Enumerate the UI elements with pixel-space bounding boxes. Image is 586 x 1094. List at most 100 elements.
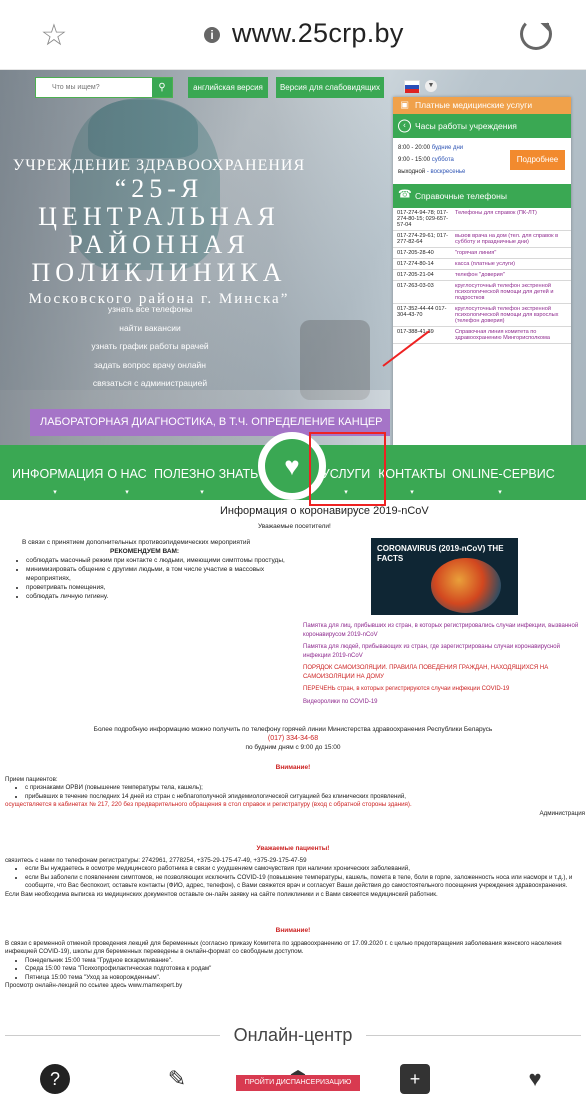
- covid-link[interactable]: Памятка для людей, прибывающих из стран,…: [303, 643, 583, 660]
- hours-time: 9:00 - 15:00: [398, 157, 431, 163]
- menu-online-service[interactable]: ONLINE-СЕРВИС: [452, 445, 555, 500]
- coronavirus-facts-image[interactable]: CORONAVIRUS (2019-nCoV) THE FACTS: [371, 538, 518, 615]
- hotline-text: Более подробную информацию можно получит…: [93, 726, 493, 733]
- phones-list: 017-274-94-78; 017-274-80-15; 029-657-57…: [393, 208, 571, 344]
- hours-time: выходной: [398, 169, 426, 175]
- quick-link-phones[interactable]: узнать все телефоны: [70, 300, 230, 319]
- recs-intro: В связи с принятием дополнительных проти…: [22, 539, 251, 546]
- covid-link[interactable]: Видеоролики по COVID-19: [303, 698, 583, 707]
- lectures-link[interactable]: Просмотр онлайн-лекций по ссылке здесь w…: [5, 982, 585, 990]
- covid-greeting: Уважаемые посетители!: [258, 523, 331, 530]
- site-info-icon[interactable]: i: [204, 27, 220, 43]
- clock-icon: ‹: [398, 119, 411, 133]
- title-line-4: ПОЛИКЛИНИКА: [31, 258, 287, 287]
- phone-number[interactable]: 017-274-29-61; 017-277-82-64: [397, 233, 455, 245]
- title-line-2: “25-Я ЦЕНТРАЛЬНАЯ: [38, 174, 280, 231]
- extract-line: Если Вам необходима выписка из медицинск…: [5, 890, 438, 898]
- phone-desc: телефон "доверия": [455, 272, 505, 278]
- search-input[interactable]: [36, 78, 154, 97]
- rec-item: соблюдать личную гигиену.: [26, 592, 290, 601]
- language-dropdown-icon[interactable]: ▼: [425, 80, 437, 92]
- rec-item: минимизировать общение с другими людьми,…: [26, 565, 290, 583]
- phone-row: 017-274-29-61; 017-277-82-64 вызов врача …: [393, 231, 571, 248]
- online-center-label: Онлайн-центр: [219, 1025, 367, 1045]
- phone-row: 017-205-28-40 "горячая линия": [393, 248, 571, 259]
- covid-title: Информация о коронавирусе 2019-nCoV: [220, 505, 429, 517]
- rec-item: соблюдать масочный режим при контакте с …: [26, 556, 290, 565]
- contact-line: связитесь с нами по телефонам регистрату…: [5, 857, 307, 864]
- bookmark-star-icon[interactable]: ☆: [38, 20, 70, 52]
- english-version-button[interactable]: английская версия: [188, 77, 268, 98]
- more-button[interactable]: Подробнее: [510, 150, 565, 170]
- covid-link[interactable]: Памятка для лиц, прибывших из стран, в к…: [303, 622, 583, 639]
- phone-desc: Справочная линия комитета по здравоохран…: [455, 329, 550, 341]
- menu-contacts[interactable]: КОНТАКТЫ: [378, 445, 446, 500]
- phone-desc: вызов врача на дом (тел. для справок в с…: [455, 233, 559, 245]
- first-aid-icon[interactable]: +: [400, 1064, 430, 1094]
- phone-row: 017-263-03-03 круглосуточный телефон экст…: [393, 281, 571, 304]
- attention-label: Внимание!: [275, 764, 311, 771]
- dispensary-button[interactable]: ПРОЙТИ ДИСПАНСЕРИЗАЦИЮ: [236, 1075, 360, 1091]
- rec-item: проветривать помещения,: [26, 583, 290, 592]
- menu-useful[interactable]: ПОЛЕЗНО ЗНАТЬ: [154, 445, 258, 500]
- menu-about[interactable]: О НАС: [106, 445, 148, 500]
- flag-ru-icon[interactable]: [404, 80, 420, 93]
- dear-patients-label: Уважаемые пациенты!: [256, 845, 330, 852]
- quick-link-vacancies[interactable]: найти вакансии: [70, 319, 230, 338]
- hours-days: будние дни: [431, 145, 464, 151]
- hotline-block: Более подробную информацию можно получит…: [0, 725, 586, 752]
- heart-icon[interactable]: ♥: [520, 1064, 550, 1094]
- quick-link-ask-doctor[interactable]: задать вопрос врачу онлайн: [70, 356, 230, 375]
- phone-number[interactable]: 017-274-80-14: [397, 261, 455, 267]
- phone-desc: Телефоны для справок (ПК-ЛТ): [455, 210, 537, 216]
- patient-bullet: если Вы заболели с появлением симптомов,…: [25, 874, 585, 891]
- lectures-text: В связи с временной отменой проведения л…: [5, 940, 562, 956]
- covid-info-section: Информация о коронавирусе 2019-nCoV Уваж…: [0, 500, 586, 1030]
- paid-services-link[interactable]: ▣ Платные медицинские услуги: [393, 97, 571, 114]
- reception-heading: Прием пациентов:: [5, 776, 58, 783]
- covid-link[interactable]: ПОРЯДОК САМОИЗОЛЯЦИИ. ПРАВИЛА ПОВЕДЕНИЯ …: [303, 664, 583, 681]
- hours-days: суббота: [431, 157, 454, 163]
- question-chat-icon[interactable]: ?: [40, 1064, 70, 1094]
- annotation-highlight-box: [309, 432, 386, 506]
- hours-header: ‹ Часы работы учреждения: [393, 114, 571, 138]
- covid-link[interactable]: ПЕРЕЧЕНЬ стран, в которых регистрируются…: [303, 685, 583, 694]
- hero-title: УЧРЕЖДЕНИЕ ЗДРАВООХРАНЕНИЯ “25-Я ЦЕНТРАЛ…: [8, 157, 310, 308]
- recommendations: В связи с принятием дополнительных проти…: [10, 538, 290, 601]
- briefcase-icon: ▣: [400, 99, 409, 109]
- url-text[interactable]: www.25crp.by: [232, 18, 404, 49]
- phone-desc: "горячая линия": [455, 250, 497, 256]
- reception-item: с признаками ОРВИ (повышение температуры…: [25, 784, 585, 792]
- quick-links: узнать все телефоны найти вакансии узнат…: [70, 300, 230, 393]
- covid-links: Памятка для лиц, прибывших из стран, в к…: [303, 622, 583, 710]
- search-icon[interactable]: ⚲: [152, 78, 172, 97]
- quick-link-schedule[interactable]: узнать график работы врачей: [70, 337, 230, 356]
- phone-desc: касса (платные услуги): [455, 261, 516, 267]
- hotline-number[interactable]: (017) 334-34-68: [0, 734, 586, 743]
- hours-title: Часы работы учреждения: [415, 121, 517, 131]
- phone-number[interactable]: 017-352-44-44 017-304-43-70: [397, 306, 455, 324]
- attention-label-2: Внимание!: [275, 927, 311, 934]
- reload-icon[interactable]: [520, 18, 552, 50]
- lectures-block: В связи с временной отменой проведения л…: [5, 940, 585, 990]
- phone-icon: ☎: [398, 188, 412, 201]
- lecture-item: Среда 15:00 тема "Психопрофилактическая …: [25, 965, 585, 973]
- quick-link-admin[interactable]: связаться с администрацией: [70, 374, 230, 393]
- lecture-item: Пятница 15:00 тема "Уход за новорожденны…: [25, 974, 585, 982]
- phone-number[interactable]: 017-274-94-78; 017-274-80-15; 029-657-57…: [397, 210, 455, 228]
- patient-bullet: если Вы нуждаетесь в осмотре медицинског…: [25, 865, 585, 873]
- phone-row: 017-205-21-04 телефон "доверия": [393, 270, 571, 281]
- low-vision-button[interactable]: Версия для слабовидящих: [276, 77, 384, 98]
- pen-icon[interactable]: ✎: [162, 1064, 192, 1094]
- cabinets-text: осуществляется в кабинетах № 217, 220 бе…: [5, 801, 412, 809]
- phone-number[interactable]: 017-205-28-40: [397, 250, 455, 256]
- phone-number[interactable]: 017-263-03-03: [397, 283, 455, 301]
- virus-illustration: [431, 558, 501, 613]
- hours-block: 8:00 - 20:00 будние дни 9:00 - 15:00 суб…: [393, 138, 571, 184]
- reception-block: Прием пациентов: с признаками ОРВИ (повы…: [5, 776, 585, 818]
- phone-number[interactable]: 017-205-21-04: [397, 272, 455, 278]
- paid-services-label: Платные медицинские услуги: [415, 100, 533, 110]
- phone-row: 017-274-94-78; 017-274-80-15; 029-657-57…: [393, 208, 571, 231]
- recs-heading: РЕКОМЕНДУЕМ ВАМ:: [110, 548, 180, 555]
- menu-info[interactable]: ИНФОРМАЦИЯ: [12, 445, 103, 500]
